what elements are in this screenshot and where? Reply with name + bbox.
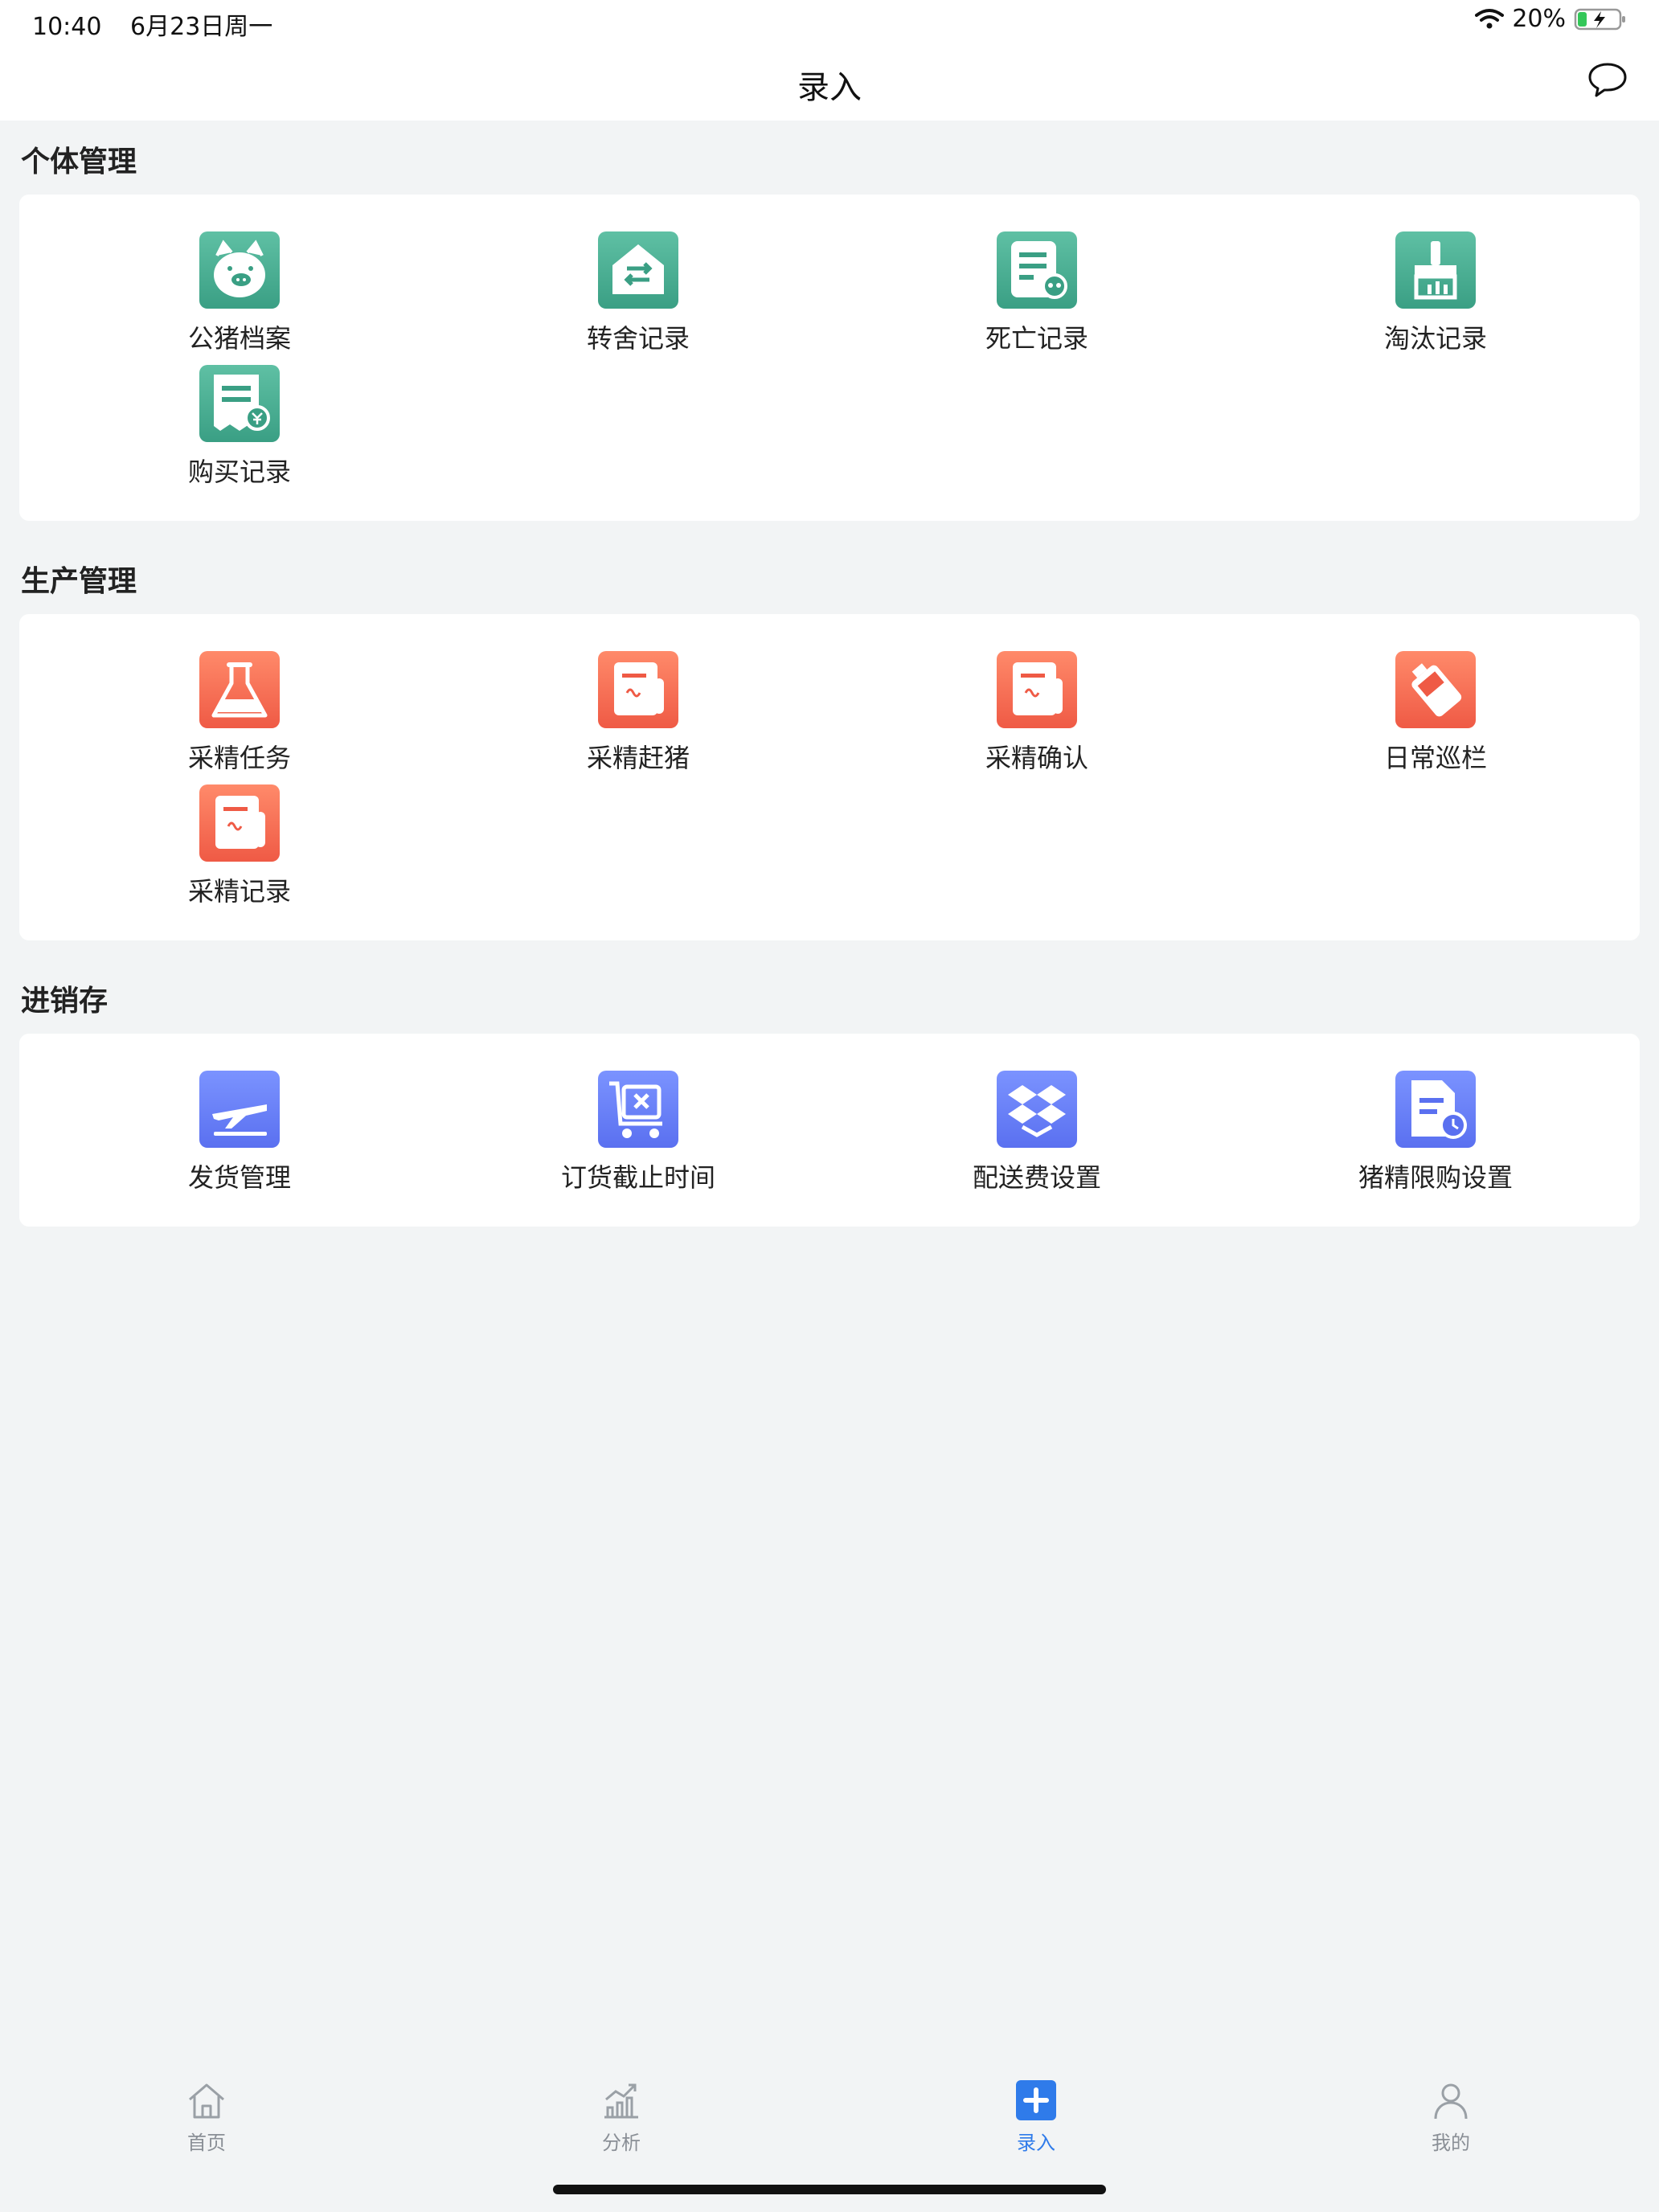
plus-icon <box>1016 2080 1056 2120</box>
chart-icon <box>604 2083 638 2119</box>
tile-label: 采精确认 <box>985 743 1088 773</box>
section-title-inventory: 进销存 <box>21 985 109 1018</box>
tile-shipping-management[interactable]: 发货管理 <box>119 1071 360 1199</box>
tab-home[interactable]: 首页 <box>126 2079 287 2175</box>
tab-label: 录入 <box>1017 2132 1055 2154</box>
battery-icon <box>1574 8 1625 30</box>
file-clock-icon <box>1395 1071 1476 1148</box>
dropbox-icon <box>997 1071 1077 1148</box>
tab-label: 我的 <box>1432 2132 1470 2154</box>
tile-label: 淘汰记录 <box>1383 323 1487 354</box>
card-production: 采精任务 采精赶猪 采精确认 日常巡栏 采精记录 <box>19 614 1640 940</box>
tab-analysis[interactable]: 分析 <box>541 2079 702 2175</box>
section-title-individual: 个体管理 <box>21 145 137 178</box>
tile-purchase-limit-settings[interactable]: 猪精限购设置 <box>1315 1071 1556 1199</box>
status-left: 10:40 6月23日周一 <box>32 6 293 42</box>
user-icon <box>1434 2083 1468 2120</box>
tab-label: 分析 <box>602 2132 641 2154</box>
wifi-icon <box>1475 8 1505 28</box>
document-icon <box>199 784 280 862</box>
document-icon <box>997 651 1077 728</box>
tile-label: 日常巡栏 <box>1383 743 1487 773</box>
tile-label: 公猪档案 <box>187 323 291 354</box>
tile-collection-record[interactable]: 采精记录 <box>119 784 360 913</box>
document-icon <box>598 651 678 728</box>
status-bar: 10:40 6月23日周一 20% <box>0 0 1659 45</box>
home-indicator <box>553 2185 1106 2194</box>
chat-bubble-icon[interactable] <box>1587 59 1628 101</box>
tile-label: 采精记录 <box>187 876 291 907</box>
tile-cull-record[interactable]: 淘汰记录 <box>1315 231 1556 360</box>
tile-death-record[interactable]: 死亡记录 <box>916 231 1157 360</box>
card-inventory: 发货管理 订货截止时间 配送费设置 猪精限购设置 <box>19 1034 1640 1227</box>
tile-collection-drive[interactable]: 采精赶猪 <box>518 651 759 780</box>
flask-icon <box>199 651 280 728</box>
nav-bar: 录入 <box>0 45 1659 121</box>
tile-transfer-record[interactable]: 转舍记录 <box>518 231 759 360</box>
tab-entry[interactable]: 录入 <box>956 2079 1116 2175</box>
tile-label: 购买记录 <box>187 457 291 487</box>
tab-profile[interactable]: 我的 <box>1370 2079 1531 2175</box>
battery-percent: 20% <box>1512 5 1566 33</box>
tile-label: 发货管理 <box>187 1162 291 1193</box>
tile-label: 订货截止时间 <box>560 1162 715 1193</box>
tile-label: 采精赶猪 <box>586 743 690 773</box>
purchase-receipt-icon <box>199 365 280 442</box>
status-time: 10:40 <box>32 13 102 41</box>
tile-delivery-fee-settings[interactable]: 配送费设置 <box>916 1071 1157 1199</box>
tile-purchase-record[interactable]: 购买记录 <box>119 365 360 494</box>
status-right: 20% <box>1475 5 1627 33</box>
tile-collection-task[interactable]: 采精任务 <box>119 651 360 780</box>
tile-label: 死亡记录 <box>985 323 1088 354</box>
tile-label: 猪精限购设置 <box>1358 1162 1513 1193</box>
home-icon <box>189 2083 224 2119</box>
tile-label: 转舍记录 <box>586 323 690 354</box>
tile-label: 采精任务 <box>187 743 291 773</box>
status-date: 6月23日周一 <box>130 13 273 41</box>
card-individual: 公猪档案 转舍记录 死亡记录 淘汰记录 购买记录 <box>19 195 1640 521</box>
pig-icon <box>199 231 280 309</box>
tile-daily-patrol[interactable]: 日常巡栏 <box>1315 651 1556 780</box>
tile-label: 配送费设置 <box>972 1162 1101 1193</box>
broom-icon <box>1395 231 1476 309</box>
tile-collection-confirm[interactable]: 采精确认 <box>916 651 1157 780</box>
pda-icon <box>1395 651 1476 728</box>
section-title-production: 生产管理 <box>21 565 137 598</box>
tile-order-deadline[interactable]: 订货截止时间 <box>518 1071 759 1199</box>
cart-icon <box>598 1071 678 1148</box>
house-transfer-icon <box>598 231 678 309</box>
death-record-icon <box>997 231 1077 309</box>
tab-label: 首页 <box>187 2132 226 2154</box>
airplane-icon <box>199 1071 280 1148</box>
tile-boar-archive[interactable]: 公猪档案 <box>119 231 360 360</box>
page-title: 录入 <box>797 69 862 106</box>
